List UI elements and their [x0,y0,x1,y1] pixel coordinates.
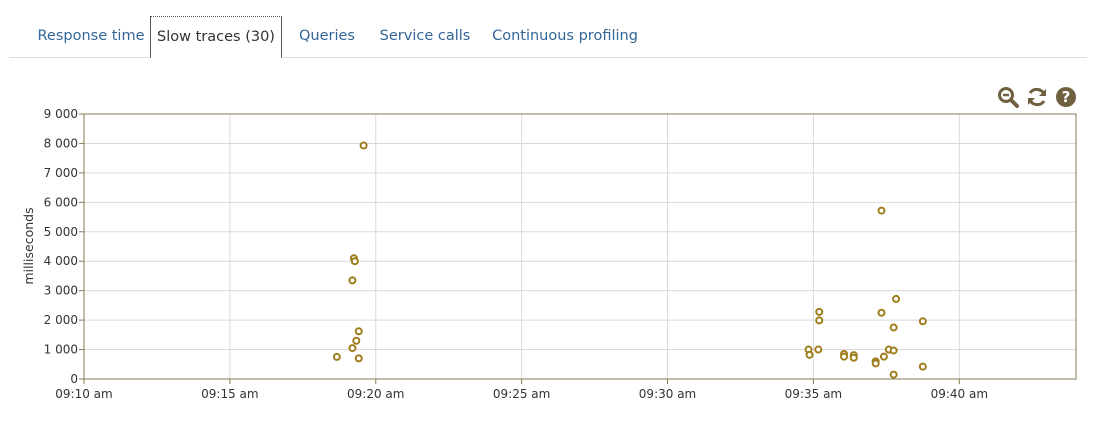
trace-point[interactable] [889,323,898,332]
y-tick-label: 8 000 [44,136,78,150]
x-tick-label: 09:15 am [201,387,258,401]
trace-point[interactable] [350,257,359,266]
trace-point[interactable] [332,352,341,361]
y-axis-title: milliseconds [21,207,36,284]
trace-point[interactable] [877,308,886,317]
y-axis-ticks: 0 1 000 2 000 3 000 4 000 5 000 6 000 7 000 8 00… [44,107,84,386]
trace-point[interactable] [840,352,849,361]
slow-traces-scatter-chart[interactable]: 0 1 000 2 000 3 000 4 000 5 000 6 000 7 000 8 00… [0,0,1095,434]
y-tick-label: 7 000 [44,166,78,180]
trace-point[interactable] [918,362,927,371]
x-tick-label: 09:20 am [347,387,404,401]
x-tick-label: 09:35 am [785,387,842,401]
trace-point[interactable] [877,206,886,215]
grid-lines [83,113,1076,380]
y-tick-label: 6 000 [44,195,78,209]
plot-border [83,113,1077,380]
x-axis-ticks: 09:10 am 09:15 am 09:20 am 09:25 am 09:30 am… [55,379,988,401]
trace-point[interactable] [889,370,898,379]
y-tick-label: 0 [70,372,78,386]
trace-point[interactable] [348,344,357,353]
y-tick-label: 2 000 [44,313,78,327]
x-tick-label: 09:10 am [55,387,112,401]
trace-point[interactable] [889,346,898,355]
trace-point[interactable] [814,345,823,354]
y-tick-label: 5 000 [44,225,78,239]
trace-point[interactable] [815,307,824,316]
x-tick-label: 09:30 am [639,387,696,401]
y-tick-label: 4 000 [44,254,78,268]
x-tick-label: 09:25 am [493,387,550,401]
y-tick-label: 3 000 [44,284,78,298]
trace-point[interactable] [348,276,357,285]
trace-point[interactable] [849,353,858,362]
trace-point[interactable] [892,294,901,303]
y-tick-label: 1 000 [44,343,78,357]
trace-point[interactable] [918,317,927,326]
y-tick-label: 9 000 [44,107,78,121]
trace-point[interactable] [805,350,814,359]
data-points [332,141,927,379]
trace-point[interactable] [352,336,361,345]
trace-point[interactable] [871,359,880,368]
trace-point[interactable] [359,141,368,150]
x-tick-label: 09:40 am [931,387,988,401]
trace-point[interactable] [879,352,888,361]
trace-point[interactable] [815,316,824,325]
trace-point[interactable] [354,327,363,336]
trace-point[interactable] [354,354,363,363]
